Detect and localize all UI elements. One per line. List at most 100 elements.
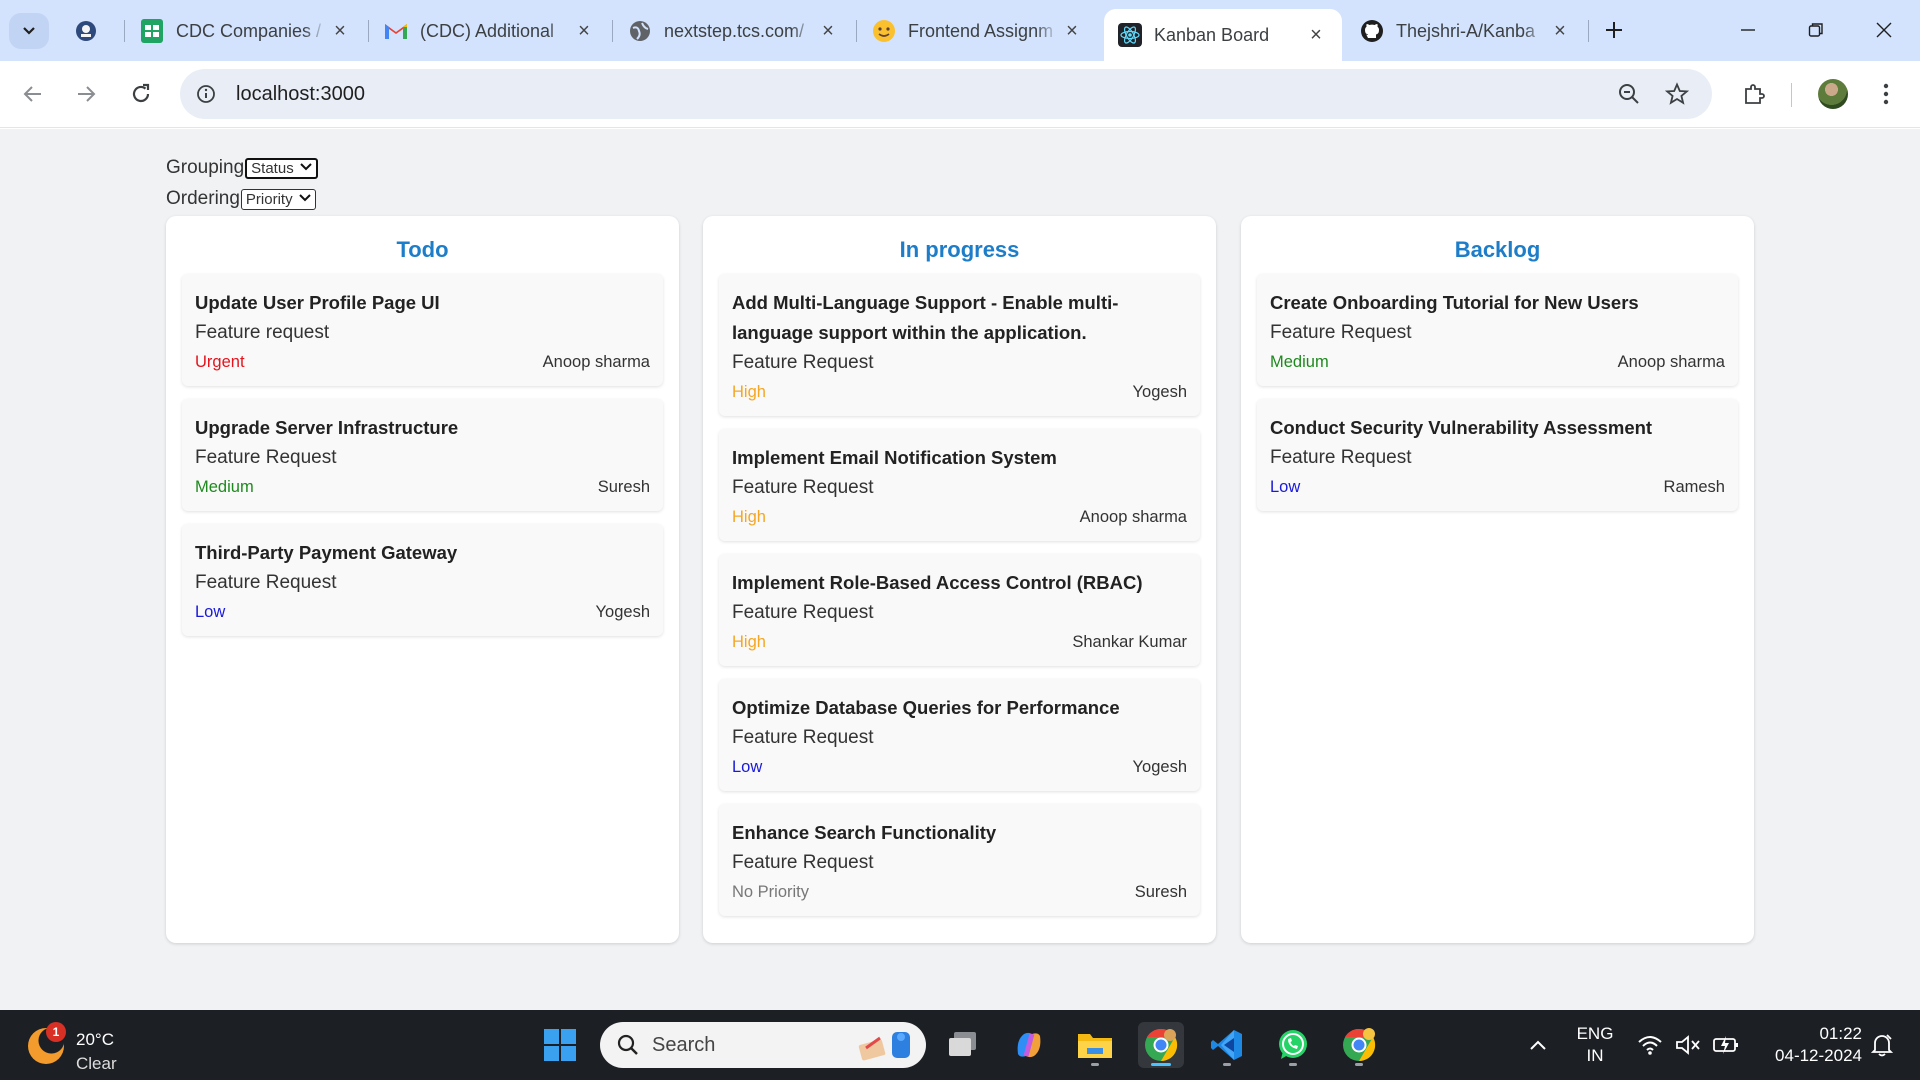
grouping-control: Grouping Status [166,157,318,179]
address-bar[interactable]: localhost:3000 [180,69,1712,119]
task-view-button[interactable] [940,1022,986,1068]
kanban-column-backlog: Backlog Create Onboarding Tutorial for Ne… [1241,216,1754,943]
battery-status[interactable] [1706,1022,1746,1068]
arrow-left-icon [23,86,41,102]
weather-widget[interactable]: 1 20°C Clear [28,1020,178,1073]
close-window-button[interactable] [1862,12,1906,48]
ticket-card[interactable]: Third-Party Payment Gateway Feature Reque… [182,524,663,636]
ticket-footer: Low Ramesh [1270,473,1725,501]
ordering-select[interactable]: Priority [240,188,316,210]
whatsapp-icon [1279,1030,1307,1059]
folder-icon [1078,1034,1112,1058]
restore-button[interactable] [1794,12,1838,48]
language-indicator[interactable]: ENG IN [1570,1023,1620,1067]
priority-label: Low [1270,478,1301,496]
whatsapp-button[interactable] [1270,1022,1316,1068]
bookmark-star-icon[interactable] [1664,81,1690,107]
priority-label: Low [732,758,763,776]
site-info-icon[interactable] [194,82,218,106]
new-tab-button[interactable] [1598,14,1630,46]
search-icon [617,1034,638,1055]
ordering-value: Priority [245,190,293,208]
ticket-card[interactable]: Enhance Search Functionality Feature Requ… [719,804,1200,916]
ticket-footer: Medium Suresh [195,473,650,501]
url-text[interactable]: localhost:3000 [236,83,365,106]
tab-frontend-assignment[interactable]: Frontend Assignm × [858,11,1098,51]
ticket-card[interactable]: Add Multi-Language Support - Enable mult… [719,274,1200,416]
column-title: Todo [396,237,449,262]
ordering-label: Ordering [166,188,240,209]
close-icon[interactable]: × [1306,24,1326,46]
tab-kanban-board[interactable]: Kanban Board × [1104,9,1342,61]
kanban-column-todo: Todo Update User Profile Page UI Feature r… [166,216,679,943]
back-button[interactable] [13,74,53,114]
tab-nextstep[interactable]: nextstep.tcs.com/ × [614,11,854,51]
notification-badge: 1 [46,1022,66,1042]
forward-button[interactable] [66,74,106,114]
windows-taskbar: 1 20°C Clear Search ENG IN 01:22 04-12-2… [0,1010,1920,1080]
show-hidden-icons-button[interactable] [1516,1022,1560,1068]
tab-search-button[interactable] [9,13,49,49]
extensions-button[interactable] [1734,74,1774,114]
grouping-select[interactable]: Status [245,157,318,179]
volume-status[interactable] [1668,1022,1708,1068]
kanban-column-in-progress: In progress Add Multi-Language Support - … [703,216,1216,943]
priority-label: High [732,383,766,401]
close-icon [1876,22,1892,38]
ticket-card[interactable]: Implement Email Notification System Featu… [719,429,1200,541]
chrome-taskbar-button[interactable] [1138,1022,1184,1068]
browser-menu-button[interactable] [1866,74,1906,114]
ticket-title: Add Multi-Language Support - Enable mult… [732,292,1119,343]
ticket-card[interactable]: Conduct Security Vulnerability Assessmen… [1257,399,1738,511]
ticket-type: Feature Request [732,477,874,498]
minimize-icon [1741,29,1755,31]
site-logo-icon [74,19,98,43]
vscode-icon [1211,1030,1242,1060]
ticket-title: Conduct Security Vulnerability Assessmen… [1270,417,1653,438]
close-icon[interactable]: × [330,20,350,42]
clock[interactable]: 01:22 04-12-2024 [1752,1023,1862,1067]
wifi-status[interactable] [1630,1022,1670,1068]
close-icon[interactable]: × [574,20,594,42]
tab-github[interactable]: Thejshri-A/Kanba × [1346,11,1586,51]
close-icon[interactable]: × [1550,20,1570,42]
google-sheets-icon [140,19,164,43]
zoom-icon[interactable] [1616,81,1642,107]
close-icon[interactable]: × [818,20,838,42]
ticket-card[interactable]: Create Onboarding Tutorial for New Users… [1257,274,1738,386]
minimize-button[interactable] [1726,12,1770,48]
more-vert-icon [1883,83,1889,105]
ticket-card[interactable]: Upgrade Server Infrastructure Feature Req… [182,399,663,511]
chevron-up-icon [1530,1040,1546,1050]
ticket-title: Create Onboarding Tutorial for New Users [1270,292,1639,313]
smiley-icon [872,19,896,43]
profile-avatar[interactable] [1813,74,1853,114]
puzzle-icon [1745,84,1765,104]
tab-site[interactable] [60,11,120,51]
bell-icon [1871,1034,1893,1057]
start-button[interactable] [537,1022,583,1068]
chrome-profile-button[interactable] [1336,1022,1382,1068]
taskbar-search[interactable]: Search [600,1022,926,1068]
priority-label: High [732,633,766,651]
vscode-button[interactable] [1204,1022,1250,1068]
close-icon[interactable]: × [1062,20,1082,42]
file-explorer-button[interactable] [1072,1022,1118,1068]
github-icon [1360,19,1384,43]
tab-cdc-companies[interactable]: CDC Companies / × [126,11,366,51]
ticket-card[interactable]: Implement Role-Based Access Control (RBA… [719,554,1200,666]
tab-label: CDC Companies / [176,20,322,41]
chevron-down-icon [298,193,311,205]
ticket-card[interactable]: Update User Profile Page UI Feature reque… [182,274,663,386]
arrow-right-icon [78,86,96,102]
ticket-card[interactable]: Optimize Database Queries for Performanc… [719,679,1200,791]
language-code: ENG [1576,1024,1614,1043]
copilot-button[interactable] [1006,1022,1052,1068]
notification-center-button[interactable] [1864,1022,1900,1068]
tab-cdc-additional[interactable]: (CDC) Additional × [370,11,610,51]
ticket-title: Update User Profile Page UI [195,292,440,313]
chrome-icon [1145,1028,1178,1062]
kanban-page: Grouping Status Ordering Priority Todo Up… [0,129,1920,1010]
ticket-footer: Medium Anoop sharma [1270,348,1725,376]
reload-button[interactable] [121,74,161,114]
